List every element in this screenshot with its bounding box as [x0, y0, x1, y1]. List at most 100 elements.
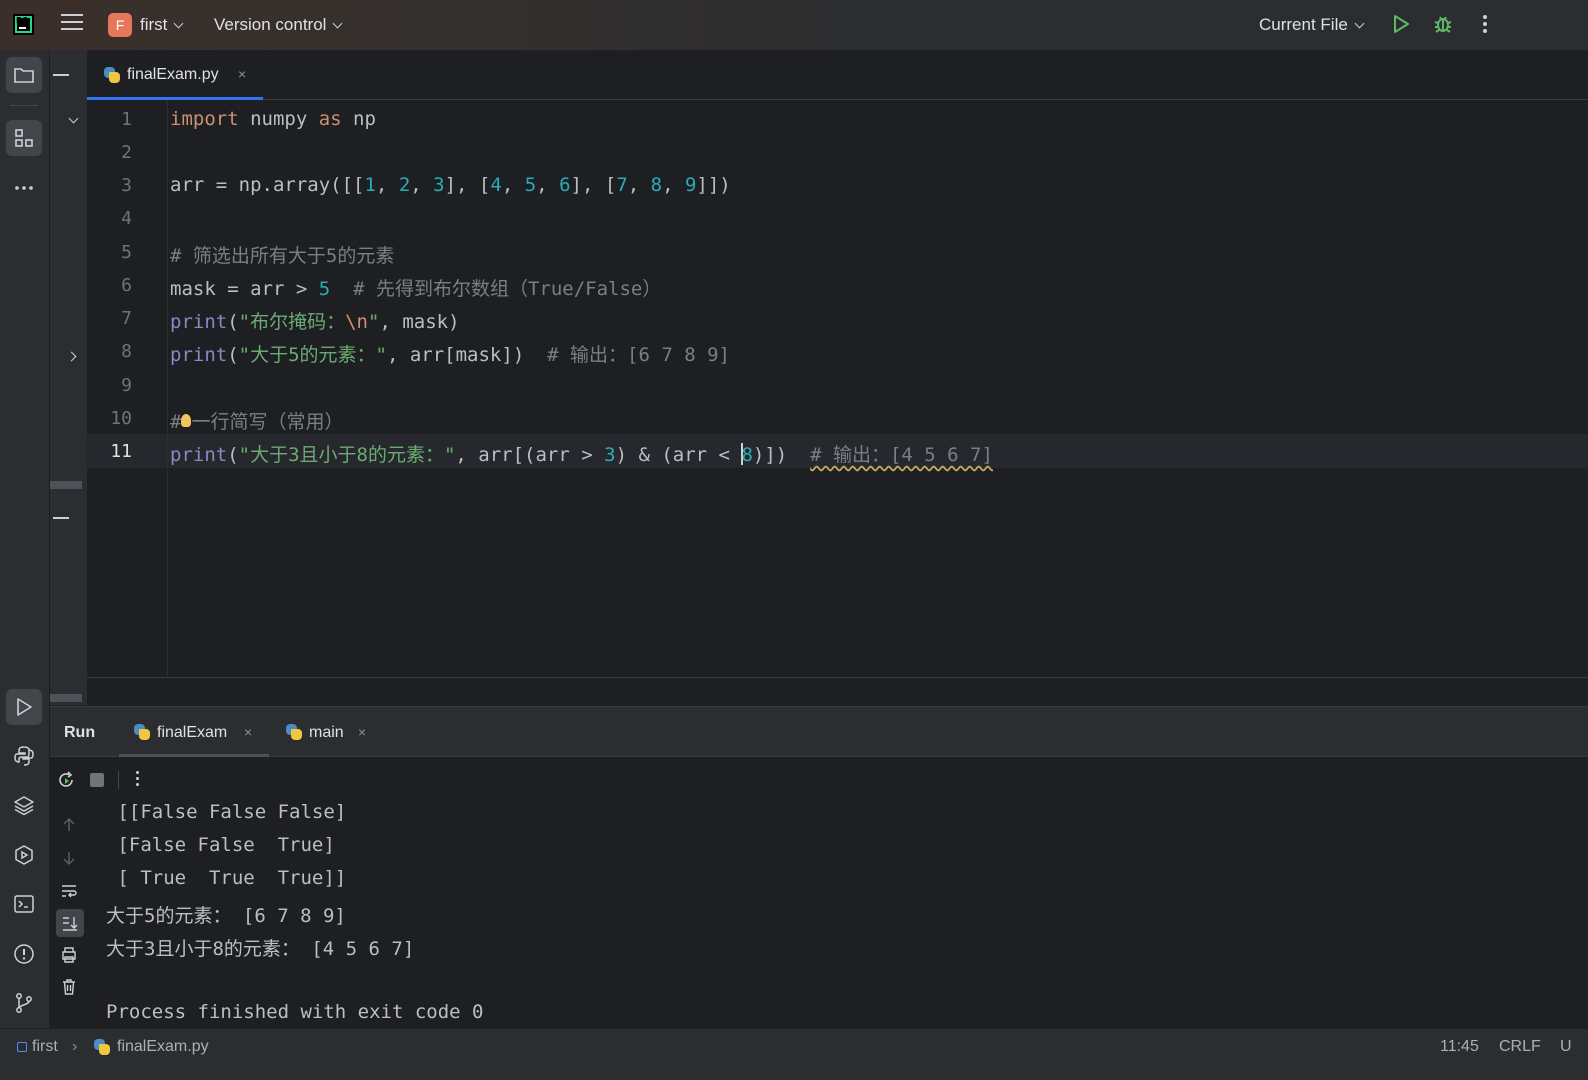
code-line-10[interactable]: # 一行简写（常用） [170, 407, 343, 434]
title-bar: F first Version control Current File [0, 0, 1588, 50]
line-number: 8 [121, 341, 132, 362]
line-number: 3 [121, 175, 132, 196]
run-header: Run finalExam × main × [50, 707, 1588, 757]
problems-tool-button[interactable] [6, 936, 42, 972]
close-tab-icon[interactable]: × [244, 724, 252, 740]
arrow-up-icon[interactable] [60, 816, 78, 834]
code-line-5[interactable]: # 筛选出所有大于5的元素 [170, 241, 394, 268]
project-tool-button[interactable] [6, 57, 42, 93]
git-tool-button[interactable] [6, 985, 42, 1021]
file-encoding[interactable]: U [1560, 1038, 1572, 1056]
run-icon[interactable] [1392, 14, 1410, 34]
scroll-marker [50, 694, 82, 702]
console-line: 大于5的元素： [6 7 8 9] [106, 905, 346, 927]
run-toolbar [50, 757, 1588, 801]
code-line-8[interactable]: print("大于5的元素：", arr[mask]) # 输出：[6 7 8 … [170, 340, 730, 367]
collapse-icon[interactable] [53, 517, 69, 519]
console-line: Process finished with exit code 0 [106, 1001, 484, 1023]
python-file-icon [93, 1038, 111, 1056]
vcs-label: Version control [214, 15, 327, 34]
chevron-down-icon [173, 18, 184, 29]
more-actions-icon[interactable] [136, 771, 140, 791]
python-file-icon [103, 66, 121, 84]
code-token: as [318, 108, 342, 130]
fold-chevron-down-icon[interactable] [68, 113, 79, 124]
line-number: 10 [110, 408, 132, 429]
run-tool-window: Run finalExam × main × [[False False Fal… [50, 706, 1588, 1028]
line-number: 6 [121, 275, 132, 296]
soft-wrap-icon[interactable] [60, 882, 78, 900]
line-ending[interactable]: CRLF [1499, 1038, 1541, 1056]
run-config-selector[interactable]: Current File [1259, 15, 1365, 35]
code-line-7[interactable]: print("布尔掩码：\n", mask) [170, 307, 460, 334]
python-file-icon [285, 723, 303, 741]
python-console-icon [14, 746, 34, 766]
line-number: 9 [121, 375, 132, 396]
chevron-down-icon [333, 18, 343, 29]
arrow-down-icon[interactable] [60, 849, 78, 867]
run-tab-label: main [309, 724, 344, 741]
structure-tool-button[interactable] [6, 120, 42, 156]
layers-tool-button[interactable] [6, 787, 42, 823]
terminal-tool-button[interactable] [6, 886, 42, 922]
fold-chevron-right-icon[interactable] [66, 351, 77, 362]
code-line-6[interactable]: mask = arr > 5 # 先得到布尔数组（True/False） [170, 274, 661, 301]
toolbar-divider [118, 771, 119, 789]
python-console-tool-button[interactable] [6, 738, 42, 774]
status-bar: first › finalExam.py 11:45 CRLF U [0, 1028, 1588, 1080]
git-icon [16, 993, 32, 1013]
project-name: first [140, 15, 168, 34]
collapse-icon[interactable] [53, 74, 69, 76]
vcs-selector[interactable]: Version control [214, 15, 343, 35]
gutter-separator [167, 101, 168, 677]
line-number: 5 [121, 242, 132, 263]
text-caret [741, 442, 744, 465]
close-tab-icon[interactable]: × [238, 66, 246, 82]
problems-icon [14, 944, 34, 964]
code-line-11[interactable]: print("大于3且小于8的元素：", arr[(arr > 3) & (ar… [170, 440, 993, 467]
run-config-label: Current File [1259, 15, 1348, 34]
run-tool-button[interactable] [6, 689, 42, 725]
project-badge[interactable]: F [108, 13, 132, 37]
editor-tab-finalexam[interactable]: finalExam.py × [87, 50, 263, 100]
console-line: [ True True True]] [106, 867, 347, 889]
more-icon [15, 186, 33, 190]
project-selector[interactable]: first [140, 15, 184, 35]
breadcrumb-project[interactable]: first [32, 1038, 58, 1056]
code-line-3[interactable]: arr = np.array([[1, 2, 3], [4, 5, 6], [7… [170, 174, 731, 196]
run-tab-main[interactable]: main × [271, 707, 381, 757]
line-number: 1 [121, 109, 132, 130]
scroll-to-end-button[interactable] [56, 909, 84, 937]
terminal-icon [14, 895, 34, 913]
scroll-marker [50, 481, 82, 489]
services-icon [15, 845, 33, 865]
module-icon [17, 1042, 27, 1052]
scroll-to-end-icon [63, 917, 78, 931]
console-side-toolbar [50, 801, 88, 1029]
run-icon [17, 698, 32, 716]
breadcrumb-separator-icon: › [72, 1038, 78, 1055]
more-actions-icon[interactable] [1483, 15, 1487, 35]
main-menu-icon[interactable] [61, 14, 83, 34]
trash-icon[interactable] [60, 978, 78, 996]
caret-position[interactable]: 11:45 [1440, 1038, 1479, 1056]
print-icon[interactable] [60, 946, 78, 964]
debug-icon[interactable] [1433, 14, 1453, 34]
breadcrumb-file[interactable]: finalExam.py [117, 1038, 209, 1056]
run-panel-title: Run [64, 724, 96, 741]
code-line-1[interactable]: import numpy as np [170, 108, 376, 130]
left-tool-strip [0, 50, 50, 1028]
services-tool-button[interactable] [6, 837, 42, 873]
close-tab-icon[interactable]: × [358, 724, 366, 740]
lightbulb-icon[interactable] [181, 414, 192, 427]
active-tab-indicator [87, 97, 263, 100]
line-number: 4 [121, 208, 132, 229]
stop-icon[interactable] [90, 773, 104, 787]
run-tab-finalexam[interactable]: finalExam × [119, 707, 269, 757]
rerun-icon[interactable] [56, 770, 76, 790]
run-tab-label: finalExam [157, 724, 228, 741]
more-tools-button[interactable] [6, 170, 42, 206]
pycharm-logo-icon [13, 14, 34, 35]
code-editor[interactable]: 1 2 3 4 5 6 7 8 9 10 11 import numpy as … [87, 101, 1588, 677]
folder-icon [14, 68, 34, 83]
